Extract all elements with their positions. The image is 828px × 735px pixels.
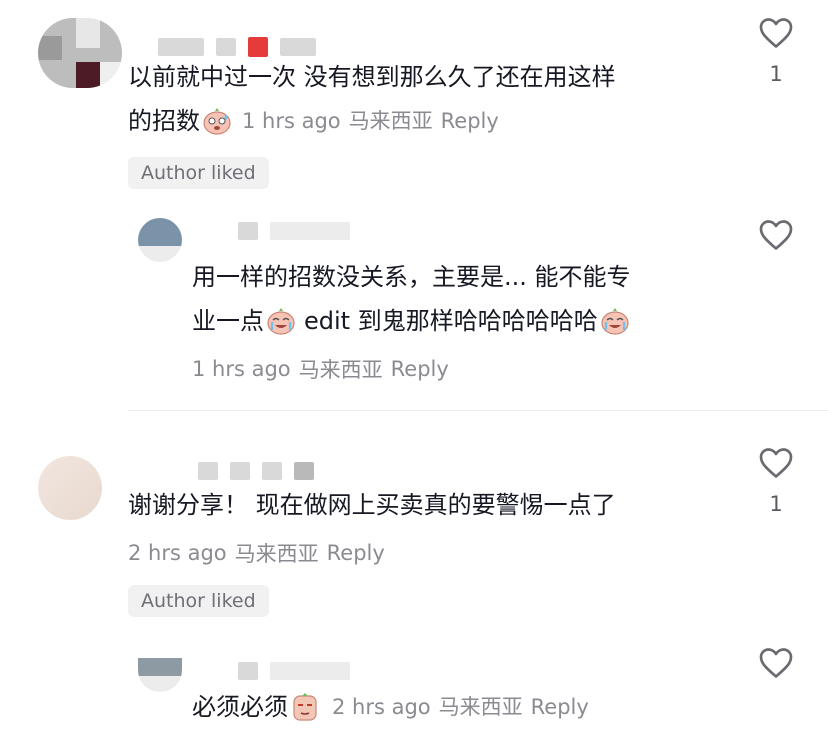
avatar[interactable] — [38, 456, 102, 520]
heart-icon[interactable] — [758, 16, 794, 50]
avatar[interactable] — [138, 218, 182, 262]
like-count: 1 — [769, 62, 783, 86]
region: 马来西亚 — [298, 358, 383, 382]
reply-button[interactable]: Reply — [391, 357, 449, 381]
like-column — [756, 646, 796, 680]
like-column — [756, 218, 796, 252]
comment-text: 以前就中过一次 没有想到那么久了还在用这样 — [128, 56, 616, 98]
region: 马来西亚 — [438, 695, 523, 719]
heart-icon[interactable] — [758, 446, 794, 480]
comment-text-line1: 谢谢分享！ 现在做网上买卖真的要警惕一点了 — [128, 491, 616, 519]
reply-button[interactable]: Reply — [441, 100, 499, 142]
crying-laugh-face-icon — [267, 308, 295, 335]
reply-button[interactable]: Reply — [531, 686, 589, 728]
sleepy-face-icon — [293, 693, 317, 721]
heart-icon[interactable] — [758, 646, 794, 680]
comment-text-line1: 必须必须 — [192, 693, 288, 721]
username-blurred[interactable] — [238, 658, 350, 684]
avatar[interactable] — [138, 658, 182, 692]
like-column: 1 — [756, 446, 796, 516]
comment-text-line2: 业一点 edit 到鬼那样哈哈哈哈哈哈 — [192, 300, 632, 342]
like-count: 1 — [769, 492, 783, 516]
comment-meta: 2 hrs ago 马来西亚 Reply — [128, 538, 385, 568]
timestamp: 2 hrs ago — [128, 541, 227, 565]
reply-button[interactable]: Reply — [327, 541, 385, 565]
heart-icon[interactable] — [758, 218, 794, 252]
like-column: 1 — [756, 16, 796, 86]
timestamp: 1 hrs ago — [192, 357, 291, 381]
region: 马来西亚 — [234, 542, 319, 566]
comment-text-line1: 以前就中过一次 没有想到那么久了还在用这样 — [128, 63, 616, 91]
divider — [128, 410, 828, 411]
comment-text-line1: 用一样的招数没关系，主要是... 能不能专 — [192, 263, 631, 291]
comment-text: 谢谢分享！ 现在做网上买卖真的要警惕一点了 — [128, 484, 616, 526]
comment-meta: 1 hrs ago 马来西亚 Reply — [242, 100, 499, 142]
comment-meta: 2 hrs ago 马来西亚 Reply — [332, 686, 589, 728]
comment-text: 必须必须 2 hrs ago 马来西亚 Reply — [192, 686, 589, 728]
comment-text: 用一样的招数没关系，主要是... 能不能专 — [192, 256, 631, 298]
timestamp: 2 hrs ago — [332, 695, 431, 719]
comment-text-segment: edit 到鬼那样哈哈哈哈哈哈 — [304, 307, 598, 335]
comment-text-line2: 的招数 1 hrs ago 马来西亚 Reply — [128, 100, 499, 142]
author-liked-badge: Author liked — [128, 157, 269, 189]
crying-laugh-face-icon — [601, 308, 629, 335]
timestamp: 1 hrs ago — [242, 109, 341, 133]
region: 马来西亚 — [348, 109, 433, 133]
avatar[interactable] — [38, 18, 122, 88]
comment-text-segment: 业一点 — [192, 307, 264, 335]
comment-text-line2-label: 的招数 — [128, 107, 200, 135]
username-blurred[interactable] — [198, 458, 314, 484]
author-liked-badge: Author liked — [128, 585, 269, 617]
sweat-face-icon — [203, 108, 231, 135]
comment-meta: 1 hrs ago 马来西亚 Reply — [192, 354, 449, 384]
username-blurred[interactable] — [238, 218, 350, 244]
